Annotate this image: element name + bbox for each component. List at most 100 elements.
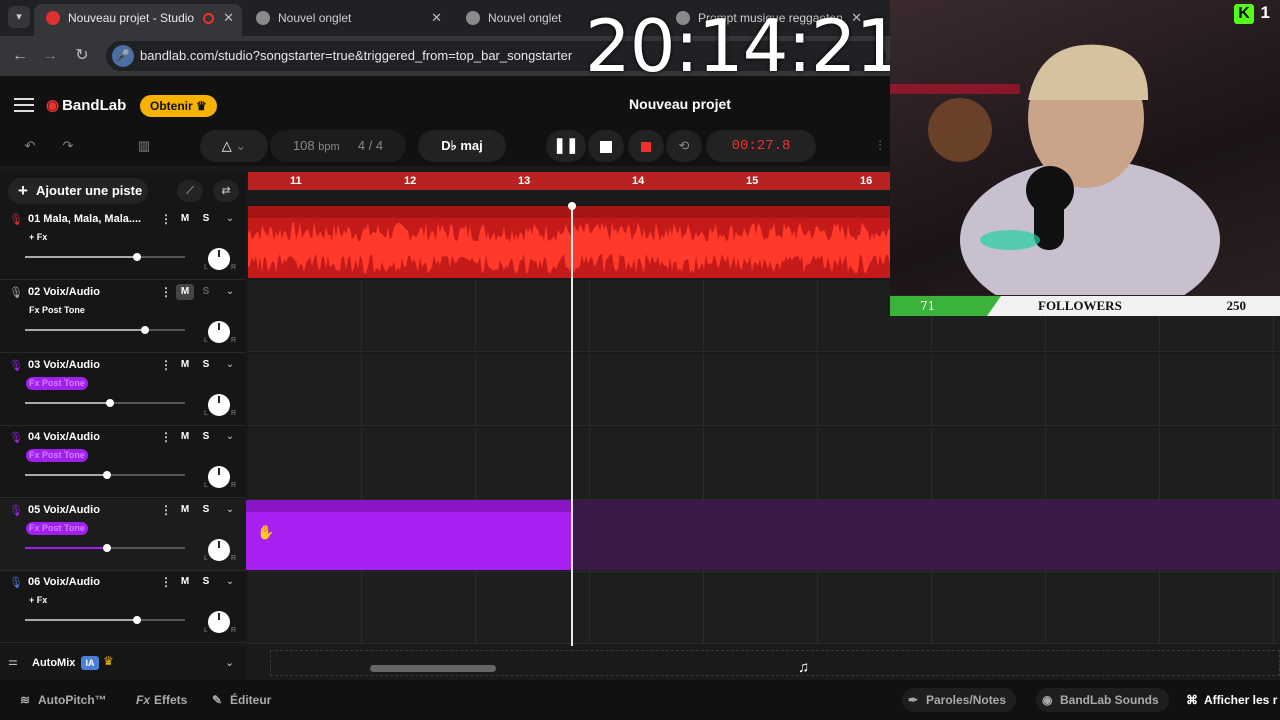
track-name[interactable]: 05 Voix/Audio bbox=[28, 504, 152, 516]
track-name[interactable]: 01 Mala, Mala, Mala.... bbox=[28, 213, 152, 225]
solo-button[interactable]: S bbox=[197, 284, 215, 300]
volume-slider[interactable] bbox=[25, 326, 185, 334]
mute-button[interactable]: M bbox=[176, 284, 194, 300]
back-icon[interactable]: ← bbox=[10, 46, 30, 66]
track-header-6[interactable]: 🎙 06 Voix/Audio + Fx ⋮ M S ⌄ L R bbox=[0, 571, 246, 643]
project-title[interactable]: Nouveau projet bbox=[600, 96, 760, 112]
pause-icon[interactable]: ❚❚ bbox=[546, 130, 586, 162]
track-header-1[interactable]: 🎙 01 Mala, Mala, Mala.... + Fx ⋮ M S ⌄ L R bbox=[0, 208, 246, 280]
tab-new-1[interactable]: Nouvel onglet ✕ bbox=[244, 4, 450, 36]
loop-icon[interactable]: ⟲ bbox=[666, 130, 702, 162]
tab-close-icon[interactable]: ✕ bbox=[223, 4, 234, 32]
pan-knob[interactable] bbox=[208, 611, 230, 633]
timeline-ruler[interactable]: 11 12 13 14 15 16 bbox=[248, 172, 890, 190]
pan-knob[interactable] bbox=[208, 248, 230, 270]
reload-icon[interactable]: ↻ bbox=[72, 46, 92, 66]
horizontal-scrollbar[interactable] bbox=[370, 665, 496, 672]
fx-badge[interactable]: Fx Post Tone bbox=[26, 522, 88, 535]
track-menu-icon[interactable]: ⋮ bbox=[160, 212, 172, 226]
automix-row[interactable]: ⚌ AutoMix IA ♛ ⌄ bbox=[0, 646, 246, 680]
chevron-down-icon[interactable]: ⌄ bbox=[221, 211, 239, 227]
mute-button[interactable]: M bbox=[176, 357, 194, 373]
afficher-button[interactable]: ⌘ Afficher les r bbox=[1180, 688, 1277, 712]
pan-knob[interactable] bbox=[208, 394, 230, 416]
fx-badge[interactable]: Fx Post Tone bbox=[26, 449, 88, 462]
solo-button[interactable]: S bbox=[197, 502, 215, 518]
track-menu-icon[interactable]: ⋮ bbox=[160, 358, 172, 372]
record-button[interactable] bbox=[628, 130, 664, 162]
volume-slider[interactable] bbox=[25, 471, 185, 479]
pan-knob[interactable] bbox=[208, 321, 230, 343]
microphone-icon[interactable]: 🎤 bbox=[112, 45, 134, 67]
mute-button[interactable]: M bbox=[176, 574, 194, 590]
solo-button[interactable]: S bbox=[197, 211, 215, 227]
stop-button[interactable] bbox=[588, 130, 624, 162]
track-menu-icon[interactable]: ⋮ bbox=[160, 285, 172, 299]
add-track-button[interactable]: + Ajouter une piste bbox=[8, 178, 148, 204]
mute-button[interactable]: M bbox=[176, 429, 194, 445]
fx-badge[interactable]: + Fx bbox=[26, 231, 50, 244]
track-lane-3[interactable] bbox=[248, 354, 1280, 426]
volume-knob[interactable] bbox=[106, 399, 114, 407]
autopitch-button[interactable]: ≋ AutoPitch™ bbox=[14, 688, 107, 712]
track-name[interactable]: 02 Voix/Audio bbox=[28, 286, 152, 298]
effets-button[interactable]: Fx Effets bbox=[130, 688, 187, 712]
volume-slider[interactable] bbox=[25, 616, 185, 624]
playhead-handle[interactable] bbox=[568, 202, 576, 210]
chevron-down-icon[interactable]: ⌄ bbox=[221, 284, 239, 300]
tab-search-button[interactable]: ▾ bbox=[8, 6, 30, 28]
drop-zone[interactable] bbox=[270, 650, 1280, 676]
mute-button[interactable]: M bbox=[176, 502, 194, 518]
wand-icon[interactable]: ⟋ bbox=[177, 180, 203, 202]
paroles-button[interactable]: ✒ Paroles/Notes bbox=[902, 688, 1017, 712]
tempo-field[interactable]: 108 bpm 4 / 4 bbox=[270, 130, 406, 162]
solo-button[interactable]: S bbox=[197, 574, 215, 590]
track-header-3[interactable]: 🎙 03 Voix/Audio Fx Post Tone ⋮ M S ⌄ L R bbox=[0, 354, 246, 426]
track-menu-icon[interactable]: ⋮ bbox=[160, 430, 172, 444]
fx-badge[interactable]: + Fx bbox=[26, 594, 50, 607]
audio-clip-voix-05[interactable] bbox=[246, 500, 572, 570]
volume-knob[interactable] bbox=[103, 471, 111, 479]
solo-button[interactable]: S bbox=[197, 429, 215, 445]
pan-knob[interactable] bbox=[208, 466, 230, 488]
volume-knob[interactable] bbox=[133, 616, 141, 624]
chevron-down-icon[interactable]: ⌄ bbox=[225, 656, 234, 669]
redo-icon[interactable]: ↷ bbox=[50, 130, 86, 162]
pan-knob[interactable] bbox=[208, 539, 230, 561]
bandlab-sounds-button[interactable]: ◉ BandLab Sounds bbox=[1036, 688, 1169, 712]
track-lane-4[interactable] bbox=[248, 428, 1280, 500]
tracks-settings-icon[interactable]: ⇄ bbox=[213, 180, 239, 202]
keyboard-icon[interactable]: ▥ bbox=[126, 130, 162, 162]
track-name[interactable]: 04 Voix/Audio bbox=[28, 431, 152, 443]
volume-knob[interactable] bbox=[103, 544, 111, 552]
track-lane-6[interactable] bbox=[248, 572, 1280, 644]
obtenir-button[interactable]: Obtenir ♛ bbox=[140, 95, 217, 117]
editeur-button[interactable]: ✎ Éditeur bbox=[206, 688, 271, 712]
mixer-icon[interactable]: ⫶ bbox=[868, 130, 892, 162]
volume-knob[interactable] bbox=[141, 326, 149, 334]
chevron-down-icon[interactable]: ⌄ bbox=[221, 502, 239, 518]
volume-slider[interactable] bbox=[25, 253, 185, 261]
chevron-down-icon[interactable]: ⌄ bbox=[221, 574, 239, 590]
track-name[interactable]: 06 Voix/Audio bbox=[28, 576, 152, 588]
fx-badge[interactable]: Fx Post Tone bbox=[26, 304, 88, 317]
track-header-5[interactable]: 🎙 05 Voix/Audio Fx Post Tone ⋮ M S ⌄ L R bbox=[0, 499, 246, 571]
key-button[interactable]: D♭ maj bbox=[418, 130, 506, 162]
chevron-down-icon[interactable]: ⌄ bbox=[221, 357, 239, 373]
volume-knob[interactable] bbox=[133, 253, 141, 261]
solo-button[interactable]: S bbox=[197, 357, 215, 373]
metronome-button[interactable]: △ ⌄ bbox=[200, 130, 268, 162]
volume-slider[interactable] bbox=[25, 399, 185, 407]
audio-clip-mala[interactable] bbox=[248, 206, 890, 278]
forward-icon[interactable]: → bbox=[40, 46, 60, 66]
track-header-2[interactable]: 🎙 02 Voix/Audio Fx Post Tone ⋮ M S ⌄ L R bbox=[0, 281, 246, 353]
track-name[interactable]: 03 Voix/Audio bbox=[28, 359, 152, 371]
add-loop-icon[interactable]: ♫ bbox=[798, 659, 809, 676]
mute-button[interactable]: M bbox=[176, 211, 194, 227]
playhead[interactable] bbox=[571, 203, 573, 677]
fx-badge[interactable]: Fx Post Tone bbox=[26, 377, 88, 390]
track-header-4[interactable]: 🎙 04 Voix/Audio Fx Post Tone ⋮ M S ⌄ L R bbox=[0, 426, 246, 498]
bandlab-logo[interactable]: ◉ BandLab bbox=[46, 96, 126, 114]
tab-studio[interactable]: Nouveau projet - Studio ✕ bbox=[34, 4, 242, 36]
volume-slider[interactable] bbox=[25, 544, 185, 552]
